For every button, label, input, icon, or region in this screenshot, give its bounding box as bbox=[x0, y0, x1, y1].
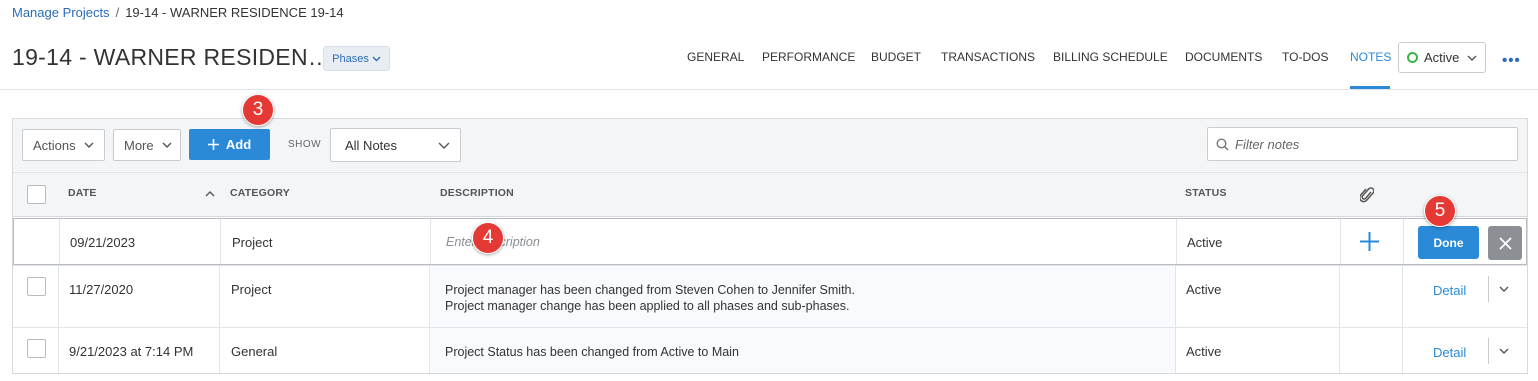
page-title: 19-14 - WARNER RESIDEN… bbox=[12, 44, 332, 70]
new-note-status[interactable]: Active bbox=[1187, 235, 1222, 250]
row-expand-button[interactable] bbox=[1488, 338, 1518, 364]
search-icon bbox=[1216, 137, 1229, 151]
header-divider bbox=[0, 89, 1538, 90]
breadcrumb: Manage Projects / 19-14 - WARNER RESIDENCE… bbox=[12, 5, 344, 20]
new-note-category[interactable]: Project bbox=[232, 235, 272, 250]
show-label: SHOW bbox=[288, 139, 322, 150]
callout-step-5: 5 bbox=[1424, 195, 1456, 227]
actions-dropdown[interactable]: Actions bbox=[22, 129, 105, 161]
tab-to-dos[interactable]: TO-DOS bbox=[1282, 50, 1328, 88]
column-date[interactable]: DATE bbox=[68, 187, 97, 199]
note-status: Active bbox=[1186, 282, 1222, 297]
show-filter-value: All Notes bbox=[345, 137, 398, 153]
add-attachment-plus-icon[interactable] bbox=[1360, 232, 1379, 251]
note-date: 9/21/2023 at 7:14 PM bbox=[69, 344, 194, 359]
row-checkbox[interactable] bbox=[27, 277, 46, 296]
cancel-button[interactable] bbox=[1488, 226, 1522, 260]
note-description-line: Project manager has been changed from St… bbox=[445, 283, 855, 297]
chevron-down-icon bbox=[1499, 348, 1508, 354]
column-category[interactable]: CATEGORY bbox=[230, 187, 290, 199]
chevron-down-icon bbox=[372, 56, 381, 61]
close-icon bbox=[1498, 236, 1512, 250]
tab-notes[interactable]: NOTES bbox=[1350, 50, 1391, 88]
plus-icon bbox=[207, 139, 219, 150]
callout-step-4: 4 bbox=[472, 222, 504, 254]
breadcrumb-link-manage-projects[interactable]: Manage Projects bbox=[12, 5, 110, 20]
add-label: Add bbox=[225, 137, 252, 152]
tab-general[interactable]: GENERAL bbox=[687, 50, 744, 88]
note-description-line: Project manager change has been applied … bbox=[445, 299, 850, 313]
note-status: Active bbox=[1186, 344, 1222, 359]
note-date: 11/27/2020 bbox=[69, 282, 134, 297]
more-dropdown[interactable]: More bbox=[113, 129, 181, 161]
more-label: More bbox=[124, 137, 154, 153]
notes-panel: Actions More Add SHOW All Notes DATE CAT… bbox=[12, 118, 1528, 374]
phases-label: Phases bbox=[332, 52, 369, 65]
table-row: 11/27/2020 Project Project manager has b… bbox=[13, 265, 1527, 327]
chevron-down-icon bbox=[1499, 286, 1508, 292]
filter-notes-input[interactable] bbox=[1235, 136, 1505, 152]
column-status[interactable]: STATUS bbox=[1185, 187, 1227, 199]
show-filter-select[interactable]: All Notes bbox=[330, 128, 461, 162]
note-category: Project bbox=[231, 282, 272, 297]
chevron-down-icon bbox=[1467, 55, 1477, 61]
detail-link[interactable]: Detail bbox=[1433, 283, 1466, 298]
note-category: General bbox=[231, 344, 278, 359]
done-button[interactable]: Done bbox=[1418, 226, 1479, 259]
notes-toolbar: Actions More Add SHOW All Notes bbox=[13, 119, 1527, 173]
tab-transactions[interactable]: TRANSACTIONS bbox=[941, 50, 1035, 88]
sort-ascending-icon[interactable] bbox=[205, 191, 215, 197]
new-note-row: 09/21/2023 Project Enter description Act… bbox=[13, 218, 1527, 265]
row-checkbox[interactable] bbox=[27, 339, 46, 358]
chevron-down-icon bbox=[84, 142, 94, 148]
table-row: 9/21/2023 at 7:14 PM General Project Sta… bbox=[13, 327, 1527, 373]
tab-budget[interactable]: BUDGET bbox=[871, 50, 921, 88]
tab-billing-schedule[interactable]: BILLING SCHEDULE bbox=[1053, 50, 1168, 88]
callout-step-3: 3 bbox=[242, 94, 274, 126]
breadcrumb-current: 19-14 - WARNER RESIDENCE 19-14 bbox=[125, 5, 344, 20]
chevron-down-icon bbox=[162, 142, 172, 148]
breadcrumb-separator: / bbox=[115, 5, 120, 20]
tab-performance[interactable]: PERFORMANCE bbox=[762, 50, 855, 88]
new-note-date[interactable]: 09/21/2023 bbox=[70, 235, 135, 250]
detail-link[interactable]: Detail bbox=[1433, 345, 1466, 360]
chevron-down-icon bbox=[438, 142, 450, 149]
project-status-dropdown[interactable]: Active bbox=[1398, 42, 1486, 73]
phases-dropdown[interactable]: Phases bbox=[323, 46, 390, 71]
more-options-icon[interactable]: ••• bbox=[1502, 52, 1521, 69]
add-note-button[interactable]: Add bbox=[189, 129, 270, 160]
paperclip-icon bbox=[1360, 187, 1374, 203]
actions-label: Actions bbox=[33, 137, 76, 153]
notes-table-header: DATE CATEGORY DESCRIPTION STATUS bbox=[13, 173, 1527, 217]
note-description-line: Project Status has been changed from Act… bbox=[445, 345, 739, 359]
status-circle-icon bbox=[1407, 52, 1418, 63]
column-description[interactable]: DESCRIPTION bbox=[440, 187, 514, 199]
tab-documents[interactable]: DOCUMENTS bbox=[1185, 50, 1262, 88]
select-all-checkbox[interactable] bbox=[27, 185, 46, 204]
project-status-value: Active bbox=[1424, 50, 1460, 65]
filter-notes-field[interactable] bbox=[1207, 127, 1518, 161]
row-expand-button[interactable] bbox=[1488, 276, 1518, 302]
